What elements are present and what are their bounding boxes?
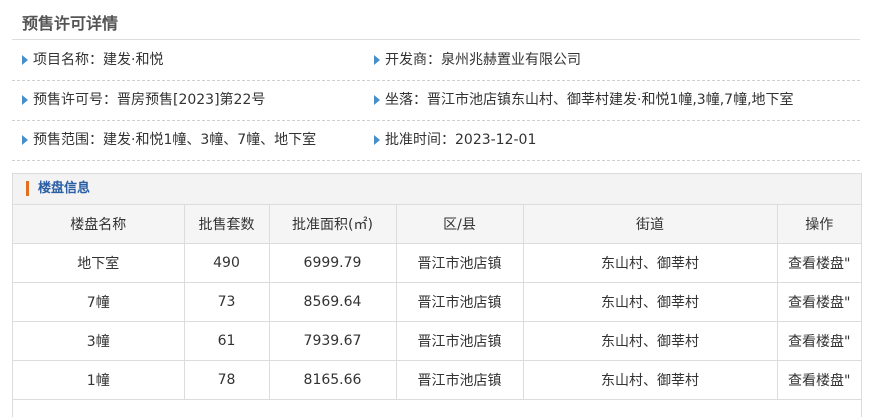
section-accent-bar (26, 181, 29, 196)
view-building-link[interactable]: 查看楼盘" (788, 373, 850, 389)
district-cell: 晋江市池店镇 (395, 360, 524, 400)
project-name-text: 项目名称：建发·和悦 (33, 52, 164, 68)
district-cell: 晋江市池店镇 (395, 321, 524, 361)
building-table: 楼盘名称 批售套数 批准面积(㎡) 区/县 街道 操作 地下室 490 6999… (13, 205, 861, 400)
info-row: 预售许可号：晋房预售[2023]第22号 坐落：晋江市池店镇东山村、御莘村建发·… (12, 81, 860, 121)
building-name-cell: 7幢 (13, 282, 185, 322)
area-cell: 8165.66 (268, 360, 397, 400)
view-building-link[interactable]: 查看楼盘" (788, 334, 850, 350)
approval-time-text: 批准时间：2023-12-01 (385, 132, 537, 148)
view-building-link[interactable]: 查看楼盘" (788, 256, 850, 272)
title-divider (12, 39, 860, 40)
street-cell: 东山村、御莘村 (522, 321, 778, 361)
presale-scope-item: 预售范围：建发·和悦1幢、3幢、7幢、地下室 (22, 121, 316, 160)
column-header: 区/县 (395, 205, 524, 244)
project-name-item: 项目名称：建发·和悦 (22, 41, 163, 80)
units-cell: 78 (183, 360, 270, 400)
table-header-row: 楼盘名称 批售套数 批准面积(㎡) 区/县 街道 操作 (13, 205, 861, 244)
triangle-right-icon (374, 55, 380, 65)
action-cell: 查看楼盘" (776, 282, 861, 322)
district-cell: 晋江市池店镇 (395, 282, 524, 322)
street-cell: 东山村、御莘村 (522, 243, 778, 283)
page-title: 预售许可详情 (22, 14, 119, 33)
district-cell: 晋江市池店镇 (395, 243, 524, 283)
action-cell: 查看楼盘" (776, 360, 861, 400)
building-info-header: 楼盘信息 (13, 174, 861, 205)
developer-text: 开发商：泉州兆赫置业有限公司 (385, 52, 581, 68)
column-header: 操作 (776, 205, 861, 244)
approval-time-item: 批准时间：2023-12-01 (374, 121, 536, 160)
table-row: 地下室 490 6999.79 晋江市池店镇 东山村、御莘村 查看楼盘" (13, 243, 861, 283)
location-text: 坐落：晋江市池店镇东山村、御莘村建发·和悦1幢,3幢,7幢,地下室 (385, 92, 794, 108)
section-title: 楼盘信息 (38, 181, 91, 196)
building-name-cell: 1幢 (13, 360, 185, 400)
area-cell: 7939.67 (268, 321, 397, 361)
presale-scope-text: 预售范围：建发·和悦1幢、3幢、7幢、地下室 (33, 132, 317, 148)
area-cell: 8569.64 (268, 282, 397, 322)
action-cell: 查看楼盘" (776, 243, 861, 283)
column-header: 批准面积(㎡) (268, 205, 397, 244)
units-cell: 73 (183, 282, 270, 322)
street-cell: 东山村、御莘村 (522, 360, 778, 400)
building-name-cell: 3幢 (13, 321, 185, 361)
column-header: 批售套数 (183, 205, 270, 244)
triangle-right-icon (22, 95, 28, 105)
column-header: 街道 (522, 205, 778, 244)
table-row: 1幢 78 8165.66 晋江市池店镇 东山村、御莘村 查看楼盘" (13, 360, 861, 400)
units-cell: 490 (183, 243, 270, 283)
info-row: 项目名称：建发·和悦 开发商：泉州兆赫置业有限公司 (12, 41, 860, 81)
info-row: 预售范围：建发·和悦1幢、3幢、7幢、地下室 批准时间：2023-12-01 (12, 121, 860, 161)
units-cell: 61 (183, 321, 270, 361)
table-row: 3幢 61 7939.67 晋江市池店镇 东山村、御莘村 查看楼盘" (13, 321, 861, 361)
location-item: 坐落：晋江市池店镇东山村、御莘村建发·和悦1幢,3幢,7幢,地下室 (374, 81, 794, 120)
developer-item: 开发商：泉州兆赫置业有限公司 (374, 41, 581, 80)
triangle-right-icon (374, 135, 380, 145)
table-row: 7幢 73 8569.64 晋江市池店镇 东山村、御莘村 查看楼盘" (13, 282, 861, 322)
permit-number-item: 预售许可号：晋房预售[2023]第22号 (22, 81, 265, 120)
view-building-link[interactable]: 查看楼盘" (788, 295, 850, 311)
permit-info-grid: 项目名称：建发·和悦 开发商：泉州兆赫置业有限公司 预售许可号：晋房预售[202… (12, 41, 860, 161)
building-info-panel: 楼盘信息 楼盘名称 批售套数 批准面积(㎡) 区/县 街道 操作 地下室 490… (12, 173, 862, 417)
area-cell: 6999.79 (268, 243, 397, 283)
street-cell: 东山村、御莘村 (522, 282, 778, 322)
triangle-right-icon (374, 95, 380, 105)
triangle-right-icon (22, 135, 28, 145)
column-header: 楼盘名称 (13, 205, 185, 244)
action-cell: 查看楼盘" (776, 321, 861, 361)
permit-number-text: 预售许可号：晋房预售[2023]第22号 (33, 92, 266, 108)
building-name-cell: 地下室 (13, 243, 185, 283)
triangle-right-icon (22, 55, 28, 65)
